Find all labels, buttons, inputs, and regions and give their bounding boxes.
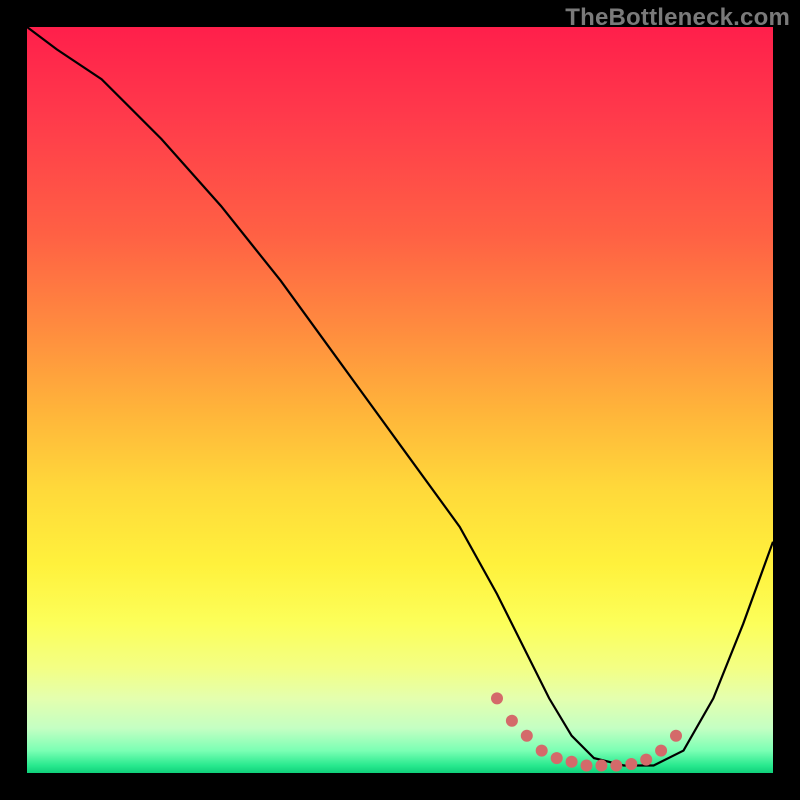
optimal-dot (625, 758, 637, 770)
optimal-dot (521, 730, 533, 742)
chart-frame: TheBottleneck.com (0, 0, 800, 800)
optimal-dot (491, 692, 503, 704)
chart-svg (27, 27, 773, 773)
watermark-text: TheBottleneck.com (565, 4, 790, 32)
optimal-dot (595, 760, 607, 772)
optimal-dot (610, 760, 622, 772)
optimal-dot (566, 756, 578, 768)
optimal-dot (670, 730, 682, 742)
optimal-dot (506, 715, 518, 727)
plot-area (27, 27, 773, 773)
optimal-dot (581, 760, 593, 772)
optimal-region-dots-group (491, 692, 682, 771)
optimal-dot (640, 754, 652, 766)
optimal-dot (655, 745, 667, 757)
optimal-dot (536, 745, 548, 757)
optimal-dot (551, 752, 563, 764)
bottleneck-curve-path (27, 27, 773, 766)
